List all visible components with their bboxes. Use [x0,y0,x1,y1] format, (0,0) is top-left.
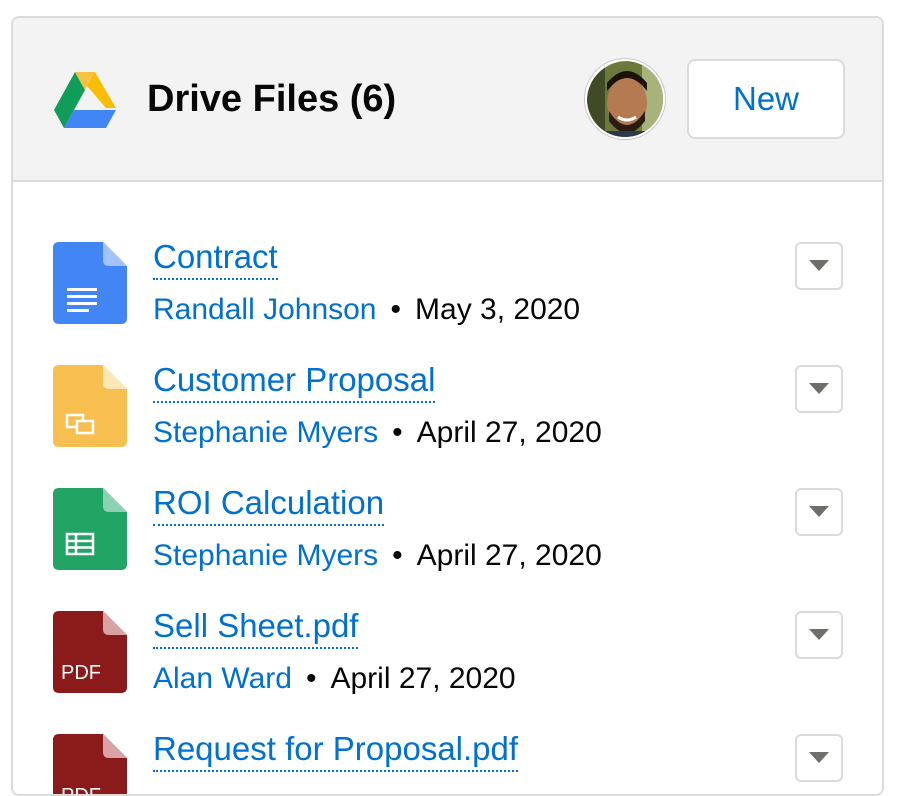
chevron-down-icon [809,383,829,394]
card-header: Drive Files (6) New [13,18,882,182]
new-button[interactable]: New [687,59,845,139]
file-list-item: Contract Randall Johnson • May 3, 2020 [13,194,882,326]
file-list-item: ROI Calculation Stephanie Myers • April 27,… [13,440,882,572]
file-list-item: PDF Request for Proposal.pdf [13,686,882,796]
avatar-image [587,61,663,137]
drive-files-card: Drive Files (6) New Contract Randall Joh… [11,16,884,796]
pdf-file-icon: PDF [53,611,127,693]
row-actions-button[interactable] [795,242,843,290]
chevron-down-icon [809,752,829,763]
chevron-down-icon [809,260,829,271]
google-sheets-icon [53,488,127,570]
google-drive-logo-icon [54,72,116,128]
user-avatar[interactable] [585,59,665,139]
chevron-down-icon [809,629,829,640]
file-name-link[interactable]: Sell Sheet.pdf [153,605,359,649]
svg-text:PDF: PDF [61,785,101,796]
row-actions-button[interactable] [795,734,843,782]
file-name-link[interactable]: Contract [153,236,278,280]
file-list-item: PDF Sell Sheet.pdf Alan Ward • April 27, 202… [13,563,882,695]
google-docs-icon [53,242,127,324]
row-actions-button[interactable] [795,611,843,659]
chevron-down-icon [809,506,829,517]
file-name-link[interactable]: Request for Proposal.pdf [153,728,519,772]
file-name-link[interactable]: Customer Proposal [153,359,436,403]
file-name-link[interactable]: ROI Calculation [153,482,385,526]
row-actions-button[interactable] [795,488,843,536]
file-list-item: Customer Proposal Stephanie Myers • April 2… [13,317,882,449]
svg-text:PDF: PDF [61,662,101,684]
google-slides-icon [53,365,127,447]
card-title: Drive Files (6) [147,78,397,120]
row-actions-button[interactable] [795,365,843,413]
pdf-file-icon: PDF [53,734,127,796]
